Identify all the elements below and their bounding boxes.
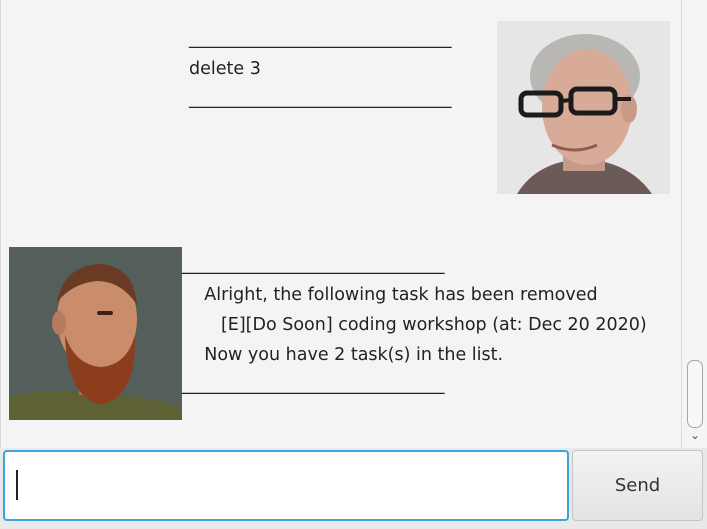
chevron-down-icon[interactable]: ⌄: [688, 428, 702, 442]
user-message-text: ______________________________ delete 3 …: [189, 29, 452, 109]
dialog-container[interactable]: ______________________________ delete 3 …: [0, 0, 707, 448]
bot-message-text: ______________________________ Alright, …: [182, 255, 647, 395]
send-button[interactable]: Send: [572, 450, 703, 521]
text-cursor: [16, 470, 18, 500]
vertical-scrollbar[interactable]: ⌄: [681, 0, 707, 448]
message-input[interactable]: [3, 450, 569, 521]
scrollbar-thumb[interactable]: [687, 360, 703, 428]
input-bar: Send: [0, 448, 707, 529]
user-avatar: [497, 21, 670, 194]
bot-avatar: [9, 247, 182, 420]
